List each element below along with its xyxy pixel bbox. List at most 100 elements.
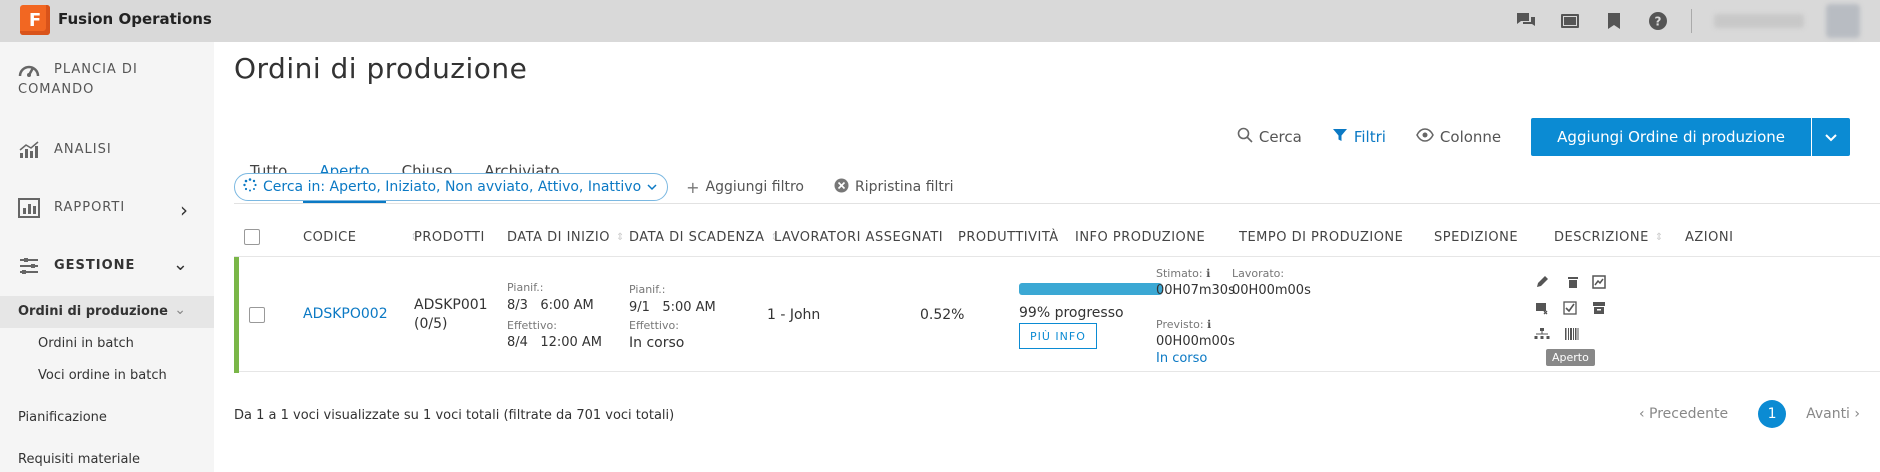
due-planned-value: 9/1 5:00 AM — [629, 300, 716, 315]
info-icon[interactable]: ℹ — [1207, 318, 1211, 331]
assign-icon[interactable] — [1533, 299, 1551, 317]
sidebar-item-label: Ordini di produzione — [18, 304, 168, 319]
sidebar-item-label-line2: COMANDO — [18, 82, 95, 97]
app-logo[interactable]: F — [20, 5, 50, 35]
sidebar-item-material-requirements[interactable]: Requisiti materiale — [0, 446, 214, 472]
edit-icon[interactable] — [1533, 273, 1551, 291]
analytics-icon — [18, 140, 40, 162]
delete-icon[interactable] — [1564, 273, 1582, 291]
chart-icon[interactable] — [1590, 273, 1608, 291]
page-title: Ordini di produzione — [234, 52, 528, 85]
info-icon[interactable]: ℹ — [1206, 267, 1210, 280]
header-products[interactable]: PRODOTTI — [414, 216, 485, 258]
sidebar-item-management[interactable]: GESTIONE ⌄ — [0, 252, 214, 288]
filter-chip[interactable]: Cerca in: Aperto, Iniziato, Non avviato,… — [234, 173, 669, 201]
header-description[interactable]: DESCRIZIONE ⇕ — [1554, 216, 1664, 258]
sidebar-item-reports[interactable]: RAPPORTI › — [0, 194, 214, 230]
header-workers[interactable]: LAVORATORI ASSEGNATI — [774, 216, 943, 258]
start-actual-label: Effettivo: — [507, 319, 557, 332]
reports-icon — [18, 198, 40, 220]
main-content: Ordini di produzione Tutto Aperto Chiuso… — [214, 42, 1880, 472]
order-code-link[interactable]: ADSKPO002 — [303, 306, 388, 322]
search-button[interactable]: Cerca — [1237, 127, 1302, 147]
header-label: PRODUTTIVITÀ — [958, 229, 1059, 245]
app-title: Fusion Operations — [58, 10, 212, 28]
row-checkbox[interactable] — [249, 307, 265, 323]
checkbox[interactable] — [244, 229, 260, 245]
eye-icon — [1416, 128, 1434, 146]
dashboard-icon — [18, 60, 40, 82]
sidebar-item-dashboard[interactable]: PLANCIA DI COMANDO — [0, 56, 214, 106]
due-actual-value: In corso — [629, 335, 685, 351]
next-page-button[interactable]: Avanti › — [1806, 406, 1860, 422]
sidebar-item-label: Pianificazione — [18, 410, 107, 425]
header-due-date[interactable]: DATA DI SCADENZA ⇕ — [629, 216, 779, 258]
estimated-label-text: Stimato: — [1156, 267, 1203, 280]
progress-fill — [1019, 283, 1162, 295]
avatar[interactable] — [1826, 4, 1860, 38]
bookmark-icon[interactable] — [1603, 10, 1625, 32]
chevron-down-icon: ⌄ — [172, 254, 188, 275]
archive-icon[interactable] — [1590, 299, 1608, 317]
barcode-icon[interactable] — [1563, 325, 1581, 343]
more-info-button[interactable]: PIÙ INFO — [1019, 323, 1097, 349]
header-label: AZIONI — [1685, 229, 1734, 245]
pagination: ‹ Precedente 1 Avanti › — [1639, 398, 1860, 430]
add-filter-button[interactable]: + Aggiungi filtro — [686, 178, 804, 197]
header-productivity[interactable]: PRODUTTIVITÀ — [958, 216, 1059, 258]
sidebar-item-batch-order-items[interactable]: Voci ordine in batch — [0, 362, 214, 392]
plus-icon: + — [686, 177, 700, 197]
product-code: ADSKP001 — [414, 297, 488, 313]
forecast-label-text: Previsto: — [1156, 318, 1204, 331]
header-code[interactable]: CODICE ⇕ — [303, 216, 419, 258]
sidebar-item-label: Voci ordine in batch — [38, 368, 167, 383]
columns-button[interactable]: Colonne — [1416, 128, 1501, 146]
header-shipping[interactable]: SPEDIZIONE — [1434, 216, 1518, 258]
filter-icon — [1332, 127, 1348, 147]
header-label: DATA DI INIZIO — [507, 229, 610, 245]
sidebar-item-production-orders[interactable]: Ordini di produzione ⌄ — [0, 296, 214, 328]
top-bar: F Fusion Operations ? — [0, 0, 1880, 42]
header-label: TEMPO DI PRODUZIONE — [1239, 229, 1404, 245]
estimated-label: Stimato: ℹ — [1156, 267, 1210, 280]
search-icon — [1237, 127, 1253, 147]
top-icons: ? — [1515, 0, 1860, 42]
filters-button[interactable]: Filtri — [1332, 127, 1386, 147]
header-label: DESCRIZIONE — [1554, 229, 1649, 245]
header-production-time[interactable]: TEMPO DI PRODUZIONE — [1239, 216, 1403, 258]
sidebar-item-analytics[interactable]: ANALISI — [0, 136, 214, 172]
sidebar-item-label: Ordini in batch — [38, 336, 134, 351]
reset-filters-button[interactable]: Ripristina filtri — [834, 178, 954, 197]
time-status: In corso — [1156, 351, 1208, 366]
header-label: INFO PRODUZIONE — [1075, 229, 1206, 245]
sort-icon[interactable]: ⇕ — [616, 232, 625, 243]
toolbar: Cerca Filtri Colonne Aggiungi Ordine di … — [1237, 118, 1850, 156]
sidebar-item-batch-orders[interactable]: Ordini in batch — [0, 330, 214, 360]
prev-page-button[interactable]: ‹ Precedente — [1639, 406, 1728, 422]
checkbox-icon[interactable] — [1561, 299, 1579, 317]
sidebar-item-planning[interactable]: Pianificazione — [0, 404, 214, 434]
monitor-icon[interactable] — [1559, 10, 1581, 32]
page-number-button[interactable]: 1 — [1758, 400, 1787, 428]
header-label: LAVORATORI ASSEGNATI — [774, 229, 944, 245]
table-row[interactable]: ADSKPO002 ADSKP001 (0/5) Pianif.: 8/3 6:… — [234, 256, 1880, 373]
sort-icon[interactable]: ⇕ — [1655, 232, 1664, 243]
hierarchy-icon[interactable] — [1533, 325, 1551, 343]
status-tooltip: Aperto — [1546, 349, 1595, 366]
header-start-date[interactable]: DATA DI INIZIO ⇕ — [507, 216, 625, 258]
table-header: CODICE ⇕ PRODOTTI DATA DI INIZIO ⇕ DATA DI… — [234, 216, 1880, 258]
forecast-value: 00H00m00s — [1156, 334, 1235, 349]
sidebar-item-label: ANALISI — [54, 142, 112, 157]
add-options-dropdown[interactable] — [1812, 118, 1850, 156]
user-name[interactable] — [1714, 14, 1804, 28]
due-planned-label: Pianif.: — [629, 283, 666, 296]
checkbox[interactable] — [249, 307, 265, 323]
add-production-order-button[interactable]: Aggiungi Ordine di produzione — [1531, 118, 1811, 156]
chat-icon[interactable] — [1515, 10, 1537, 32]
header-actions: AZIONI — [1685, 216, 1733, 258]
header-production-info[interactable]: INFO PRODUZIONE — [1075, 216, 1205, 258]
help-icon[interactable]: ? — [1647, 10, 1669, 32]
svg-text:?: ? — [1655, 15, 1662, 29]
select-all-checkbox[interactable] — [244, 216, 260, 258]
productivity-value: 0.52% — [920, 307, 965, 323]
